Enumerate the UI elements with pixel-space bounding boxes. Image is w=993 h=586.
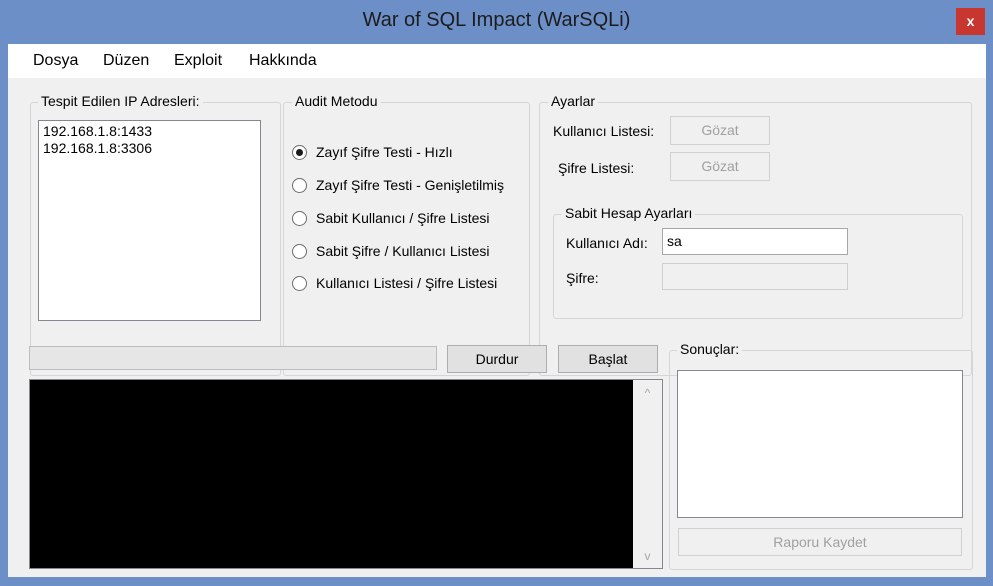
- results-group: Sonuçlar: Raporu Kaydet: [669, 341, 973, 570]
- console-scrollbar[interactable]: ^ v: [633, 380, 662, 568]
- fixed-account-group: Sabit Hesap Ayarları Kullanıcı Adı: sa Ş…: [553, 205, 963, 319]
- title-bar[interactable]: War of SQL Impact (WarSQLi) x: [0, 0, 993, 44]
- menu-dosya[interactable]: Dosya: [33, 52, 78, 70]
- radio-button[interactable]: [292, 210, 307, 226]
- app-window: War of SQL Impact (WarSQLi) x Dosya Düze…: [0, 0, 993, 586]
- audit-group: Audit Metodu Zayıf Şifre Testi - Hızlı Z…: [283, 93, 530, 376]
- radio-weak-fast[interactable]: Zayıf Şifre Testi - Hızlı: [292, 141, 453, 163]
- window-title: War of SQL Impact (WarSQLi): [362, 9, 631, 31]
- pass-list-label: Şifre Listesi:: [558, 160, 635, 176]
- browse-user-list-button[interactable]: Gözat: [670, 116, 770, 145]
- radio-button[interactable]: [292, 243, 307, 259]
- console-output[interactable]: ^ v: [29, 379, 663, 569]
- client-area: Dosya Düzen Exploit Hakkında Tespit Edil…: [8, 44, 986, 577]
- save-report-button[interactable]: Raporu Kaydet: [678, 528, 962, 556]
- menu-duzen[interactable]: Düzen: [103, 52, 149, 70]
- results-listbox[interactable]: [677, 370, 963, 518]
- radio-weak-extended[interactable]: Zayıf Şifre Testi - Genişletilmiş: [292, 174, 504, 196]
- ip-listbox[interactable]: 192.168.1.8:1433 192.168.1.8:3306: [38, 120, 261, 321]
- ip-group: Tespit Edilen IP Adresleri: 192.168.1.8:…: [30, 93, 281, 376]
- user-list-label: Kullanıcı Listesi:: [553, 123, 655, 139]
- radio-label: Sabit Kullanıcı / Şifre Listesi: [316, 210, 490, 226]
- radio-fixed-user[interactable]: Sabit Kullanıcı / Şifre Listesi: [292, 207, 490, 229]
- audit-group-label: Audit Metodu: [292, 93, 381, 109]
- radio-button[interactable]: [292, 275, 307, 291]
- settings-group-label: Ayarlar: [548, 93, 599, 109]
- menu-exploit[interactable]: Exploit: [174, 52, 222, 70]
- list-item[interactable]: 192.168.1.8:1433: [43, 123, 256, 140]
- username-label: Kullanıcı Adı:: [566, 235, 648, 251]
- password-field[interactable]: [662, 263, 848, 290]
- progress-bar: [29, 346, 437, 370]
- radio-label: Kullanıcı Listesi / Şifre Listesi: [316, 275, 498, 291]
- close-icon: x: [966, 13, 975, 29]
- stop-button[interactable]: Durdur: [447, 345, 547, 373]
- start-button[interactable]: Başlat: [558, 345, 658, 373]
- radio-user-pass-list[interactable]: Kullanıcı Listesi / Şifre Listesi: [292, 272, 497, 294]
- radio-fixed-pass[interactable]: Sabit Şifre / Kullanıcı Listesi: [292, 240, 490, 262]
- radio-button[interactable]: [292, 177, 307, 193]
- radio-label: Zayıf Şifre Testi - Genişletilmiş: [316, 177, 505, 193]
- username-field[interactable]: sa: [662, 228, 848, 255]
- menu-bar: Dosya Düzen Exploit Hakkında: [8, 44, 986, 78]
- menu-hakkinda[interactable]: Hakkında: [249, 52, 317, 70]
- browse-pass-list-button[interactable]: Gözat: [670, 152, 770, 181]
- radio-label: Zayıf Şifre Testi - Hızlı: [316, 144, 453, 160]
- fixed-account-label: Sabit Hesap Ayarları: [562, 205, 696, 221]
- password-label: Şifre:: [566, 270, 599, 286]
- ip-group-label: Tespit Edilen IP Adresleri:: [38, 93, 203, 109]
- results-group-label: Sonuçlar:: [677, 341, 743, 357]
- radio-button[interactable]: [292, 144, 307, 160]
- close-button[interactable]: x: [956, 8, 985, 35]
- scroll-down-icon[interactable]: v: [633, 548, 662, 565]
- settings-group: Ayarlar Kullanıcı Listesi: Gözat Şifre L…: [539, 93, 972, 376]
- list-item[interactable]: 192.168.1.8:3306: [43, 140, 256, 157]
- radio-label: Sabit Şifre / Kullanıcı Listesi: [316, 243, 490, 259]
- scroll-up-icon[interactable]: ^: [633, 385, 662, 402]
